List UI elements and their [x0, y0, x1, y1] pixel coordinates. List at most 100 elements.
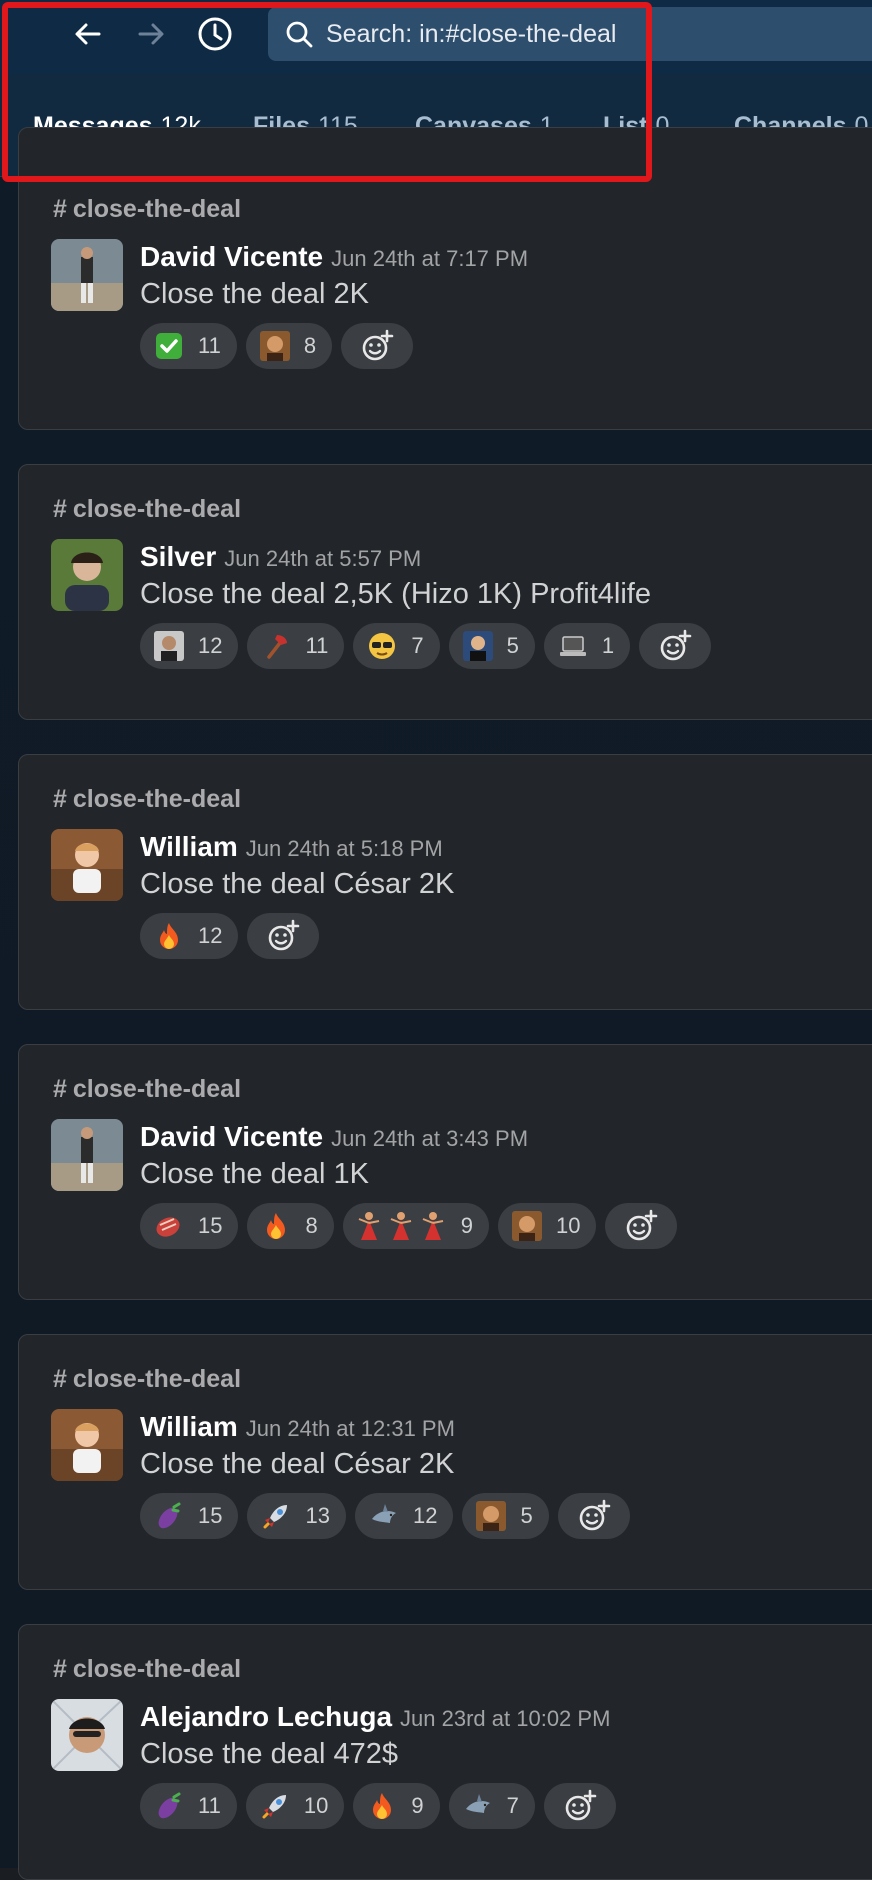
reaction[interactable]: 11: [247, 623, 345, 669]
message-card[interactable]: # close-the-deal William Jun 24th at 12:31…: [18, 1334, 872, 1590]
channel-label[interactable]: # close-the-deal: [53, 495, 241, 524]
shark-icon: [369, 1501, 399, 1531]
hash-icon: #: [53, 785, 67, 813]
fire-icon: [154, 921, 184, 951]
author-line: William Jun 24th at 12:31 PM: [140, 1411, 455, 1443]
custom-face-emoji-icon: [259, 331, 290, 361]
axe-icon: [261, 631, 291, 661]
avatar[interactable]: [51, 1119, 123, 1191]
arrow-right-icon: [138, 23, 164, 45]
add-emoji-icon: [362, 329, 394, 361]
search-results: # close-the-deal David Vicente Jun 24th at…: [0, 127, 872, 1880]
message-card[interactable]: # close-the-deal William Jun 24th at 5:18 …: [18, 754, 872, 1010]
reactions: 11 8: [140, 323, 414, 369]
message-card[interactable]: # close-the-deal Alejandro Lechuga Jun 23r…: [18, 1624, 872, 1880]
timestamp[interactable]: Jun 24th at 5:18 PM: [246, 836, 443, 861]
author-line: Alejandro Lechuga Jun 23rd at 10:02 PM: [140, 1701, 610, 1733]
reaction[interactable]: 12: [140, 913, 239, 959]
add-reaction-button[interactable]: [247, 913, 320, 959]
reaction[interactable]: 7: [353, 623, 440, 669]
message-card[interactable]: # close-the-deal Silver Jun 24th at 5:57 P…: [18, 464, 872, 720]
shark-icon: [463, 1791, 493, 1821]
timestamp[interactable]: Jun 23rd at 10:02 PM: [400, 1706, 610, 1731]
sunglasses-face-icon: [367, 631, 397, 661]
channel-label[interactable]: # close-the-deal: [53, 1365, 241, 1394]
arrow-left-icon: [75, 23, 101, 45]
message-card[interactable]: # close-the-deal David Vicente Jun 24th at…: [18, 127, 872, 430]
avatar[interactable]: [51, 239, 123, 311]
laptop-icon: [558, 631, 588, 661]
author-line: David Vicente Jun 24th at 7:17 PM: [140, 241, 528, 273]
search-icon: [284, 19, 314, 49]
hash-icon: #: [53, 1075, 67, 1103]
forward-button[interactable]: [131, 14, 171, 54]
reaction[interactable]: 15: [140, 1493, 239, 1539]
timestamp[interactable]: Jun 24th at 5:57 PM: [224, 546, 421, 571]
avatar[interactable]: [51, 1409, 123, 1481]
reaction[interactable]: 5: [462, 1493, 549, 1539]
reaction[interactable]: 9: [353, 1783, 440, 1829]
author-name[interactable]: Alejandro Lechuga: [140, 1701, 392, 1732]
timestamp[interactable]: Jun 24th at 7:17 PM: [331, 246, 528, 271]
add-reaction-button[interactable]: [543, 1783, 616, 1829]
author-name[interactable]: William: [140, 831, 238, 862]
reaction[interactable]: 1: [543, 623, 631, 669]
reaction[interactable]: 10: [245, 1783, 345, 1829]
add-reaction-button[interactable]: [639, 623, 712, 669]
add-emoji-icon: [565, 1789, 597, 1821]
reaction[interactable]: 11: [140, 1783, 237, 1829]
reactions: 11 10 9 7: [140, 1783, 616, 1829]
check-mark-icon: [154, 331, 184, 361]
message-text: Close the deal César 2K: [140, 868, 455, 900]
reaction[interactable]: 11: [140, 323, 237, 369]
avatar[interactable]: [51, 539, 123, 611]
author-name[interactable]: Silver: [140, 541, 216, 572]
reaction[interactable]: 10: [497, 1203, 597, 1249]
search-bar[interactable]: Search: in:#close-the-deal: [268, 7, 872, 61]
reaction[interactable]: 15: [140, 1203, 239, 1249]
add-reaction-button[interactable]: [557, 1493, 630, 1539]
reaction[interactable]: 7: [448, 1783, 535, 1829]
author-name[interactable]: David Vicente: [140, 241, 323, 272]
back-button[interactable]: [68, 14, 108, 54]
add-reaction-button[interactable]: [341, 323, 414, 369]
eggplant-icon: [154, 1791, 184, 1821]
author-line: William Jun 24th at 5:18 PM: [140, 831, 443, 863]
message-card[interactable]: # close-the-deal David Vicente Jun 24th at…: [18, 1044, 872, 1300]
author-name[interactable]: David Vicente: [140, 1121, 323, 1152]
message-text: Close the deal César 2K: [140, 1448, 455, 1480]
history-button[interactable]: [195, 14, 235, 54]
rocket-icon: [261, 1501, 291, 1531]
author-name[interactable]: William: [140, 1411, 238, 1442]
dancer-icon: [355, 1211, 447, 1241]
custom-face-emoji-icon: [476, 1501, 507, 1531]
add-emoji-icon: [627, 1209, 658, 1241]
reaction[interactable]: 8: [247, 1203, 334, 1249]
reactions: 15 8 9 10: [140, 1203, 678, 1249]
hash-icon: #: [53, 1655, 67, 1683]
reaction[interactable]: 12: [140, 623, 239, 669]
channel-label[interactable]: # close-the-deal: [53, 1075, 241, 1104]
reaction[interactable]: 13: [247, 1493, 346, 1539]
reaction[interactable]: 8: [245, 323, 333, 369]
reaction[interactable]: 12: [354, 1493, 454, 1539]
clock-icon: [198, 17, 232, 51]
add-emoji-icon: [579, 1499, 611, 1531]
fire-icon: [367, 1791, 397, 1821]
message-text: Close the deal 2K: [140, 278, 369, 310]
reactions: 12: [140, 913, 320, 959]
channel-label[interactable]: # close-the-deal: [53, 1655, 241, 1684]
timestamp[interactable]: Jun 24th at 3:43 PM: [331, 1126, 528, 1151]
custom-face-emoji-icon: [511, 1211, 542, 1241]
avatar[interactable]: [51, 1699, 123, 1771]
channel-label[interactable]: # close-the-deal: [53, 195, 241, 224]
add-reaction-button[interactable]: [605, 1203, 678, 1249]
reactions: 15 13 12 5: [140, 1493, 630, 1539]
author-line: Silver Jun 24th at 5:57 PM: [140, 541, 421, 573]
reaction[interactable]: 9: [342, 1203, 489, 1249]
timestamp[interactable]: Jun 24th at 12:31 PM: [246, 1416, 455, 1441]
avatar[interactable]: [51, 829, 123, 901]
add-emoji-icon: [269, 919, 300, 951]
channel-label[interactable]: # close-the-deal: [53, 785, 241, 814]
reaction[interactable]: 5: [448, 623, 535, 669]
